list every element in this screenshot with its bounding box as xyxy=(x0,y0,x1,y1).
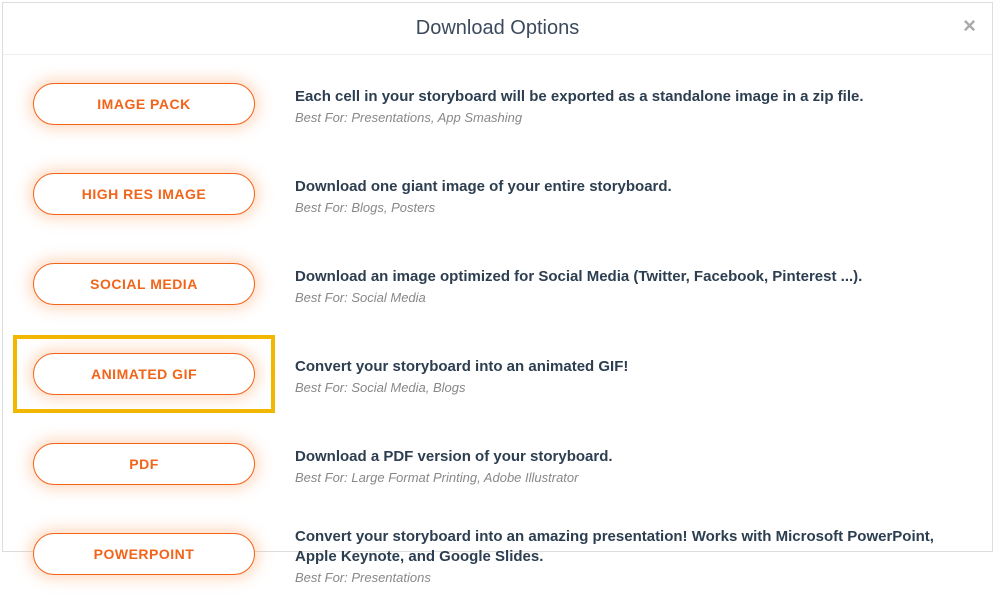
description-text: Convert your storyboard into an amazing … xyxy=(295,527,964,568)
download-options-modal: Download Options × IMAGE PACK Each cell … xyxy=(2,2,993,552)
option-row-high-res-image: HIGH RES IMAGE Download one giant image … xyxy=(13,155,964,233)
button-wrap-highlighted: ANIMATED GIF xyxy=(13,335,275,413)
description-text: Convert your storyboard into an animated… xyxy=(295,357,964,377)
best-for-text: Best For: Social Media, Blogs xyxy=(295,380,964,395)
description-text: Download a PDF version of your storyboar… xyxy=(295,447,964,467)
option-description: Convert your storyboard into an animated… xyxy=(295,353,964,395)
best-for-text: Best For: Large Format Printing, Adobe I… xyxy=(295,470,964,485)
option-row-animated-gif: ANIMATED GIF Convert your storyboard int… xyxy=(13,335,964,413)
button-wrap: POWERPOINT xyxy=(13,515,275,593)
description-text: Download one giant image of your entire … xyxy=(295,177,964,197)
button-wrap: SOCIAL MEDIA xyxy=(13,245,275,323)
option-description: Each cell in your storyboard will be exp… xyxy=(295,83,964,125)
description-text: Each cell in your storyboard will be exp… xyxy=(295,87,964,107)
pdf-button[interactable]: PDF xyxy=(33,443,255,485)
best-for-text: Best For: Presentations, App Smashing xyxy=(295,110,964,125)
social-media-button[interactable]: SOCIAL MEDIA xyxy=(33,263,255,305)
option-row-powerpoint: POWERPOINT Convert your storyboard into … xyxy=(13,515,964,593)
image-pack-button[interactable]: IMAGE PACK xyxy=(33,83,255,125)
powerpoint-button[interactable]: POWERPOINT xyxy=(33,533,255,575)
animated-gif-button[interactable]: ANIMATED GIF xyxy=(33,353,255,395)
modal-title: Download Options xyxy=(416,17,579,40)
button-wrap: PDF xyxy=(13,425,275,503)
best-for-text: Best For: Presentations xyxy=(295,570,964,585)
option-row-pdf: PDF Download a PDF version of your story… xyxy=(13,425,964,503)
option-description: Download one giant image of your entire … xyxy=(295,173,964,215)
button-wrap: IMAGE PACK xyxy=(13,65,275,143)
close-icon[interactable]: × xyxy=(963,15,976,37)
modal-body: IMAGE PACK Each cell in your storyboard … xyxy=(3,55,992,615)
description-text: Download an image optimized for Social M… xyxy=(295,267,964,287)
modal-header: Download Options × xyxy=(3,3,992,55)
option-description: Download an image optimized for Social M… xyxy=(295,263,964,305)
high-res-image-button[interactable]: HIGH RES IMAGE xyxy=(33,173,255,215)
best-for-text: Best For: Social Media xyxy=(295,290,964,305)
option-description: Download a PDF version of your storyboar… xyxy=(295,443,964,485)
option-row-image-pack: IMAGE PACK Each cell in your storyboard … xyxy=(13,65,964,143)
best-for-text: Best For: Blogs, Posters xyxy=(295,200,964,215)
option-row-social-media: SOCIAL MEDIA Download an image optimized… xyxy=(13,245,964,323)
button-wrap: HIGH RES IMAGE xyxy=(13,155,275,233)
option-description: Convert your storyboard into an amazing … xyxy=(295,523,964,586)
